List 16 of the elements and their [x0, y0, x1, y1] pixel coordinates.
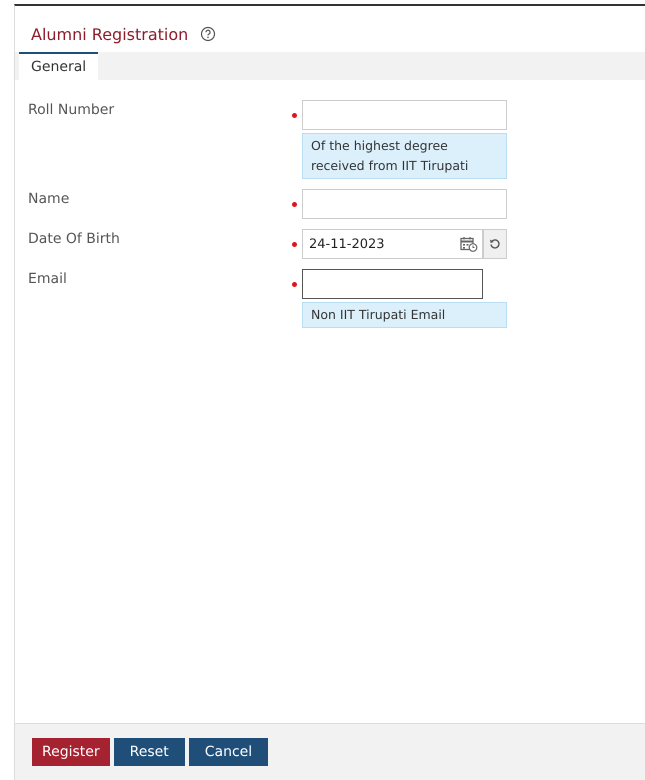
register-button[interactable]: Register: [32, 738, 110, 766]
page-title: Alumni Registration: [31, 24, 188, 44]
field-label: Email: [28, 270, 68, 289]
help-icon[interactable]: [200, 26, 216, 42]
field-hint: Non IIT Tirupati Email: [302, 302, 507, 328]
action-button[interactable]: Cancel: [188, 738, 268, 766]
field-label: Name: [28, 190, 70, 209]
reset-icon[interactable]: [483, 229, 507, 259]
input-field[interactable]: [302, 269, 483, 299]
date-field[interactable]: 24-11-2023: [302, 229, 483, 259]
field-hint: Of the highest degree received from IIT Tirupati: [302, 133, 507, 179]
tab[interactable]: General: [19, 52, 98, 80]
calendar-icon[interactable]: [460, 236, 478, 252]
action-button[interactable]: Reset: [114, 738, 185, 766]
field-label: Date Of Birth: [28, 230, 121, 249]
field-label: Roll Number: [28, 101, 116, 120]
